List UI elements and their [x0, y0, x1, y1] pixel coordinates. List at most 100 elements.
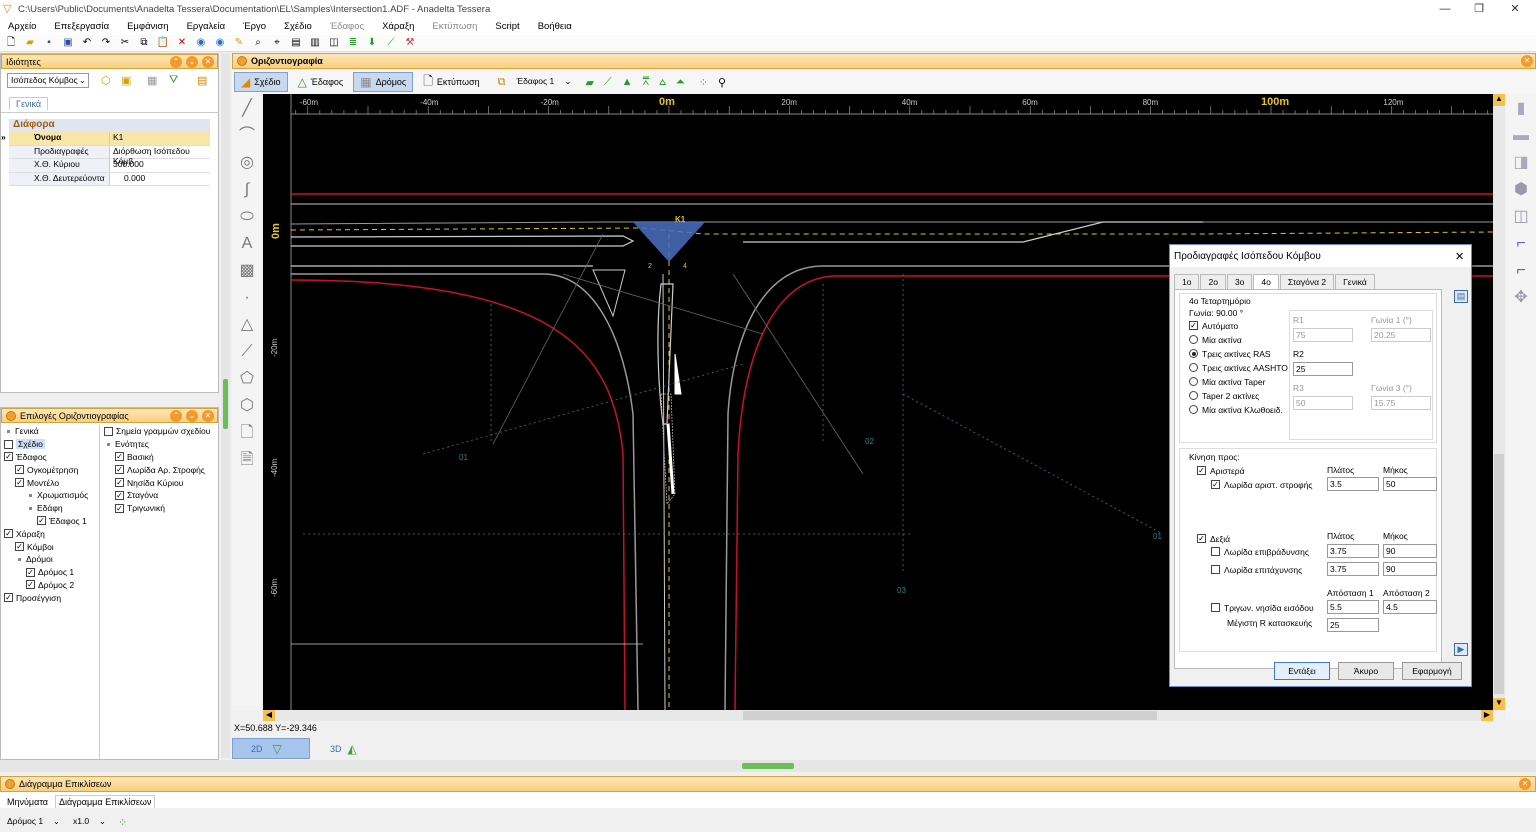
- terrain-tool3-icon[interactable]: ▲: [622, 76, 633, 88]
- panel-pin-icon[interactable]: ⌄: [186, 410, 198, 422]
- horizontal-scrollbar[interactable]: ◀ ▶: [263, 710, 1493, 721]
- export-icon[interactable]: ⬇: [365, 37, 379, 49]
- object-type-select[interactable]: Ισόπεδος Κόμβος ⌄: [7, 73, 89, 88]
- ok-button[interactable]: Εντάξει: [1274, 662, 1330, 680]
- binoculars-icon[interactable]: ⚲: [718, 76, 726, 89]
- page-tool-icon[interactable]: 🗋: [235, 421, 259, 445]
- radio-taper-2[interactable]: [1189, 391, 1198, 400]
- ground-select[interactable]: Έδαφος 1 ⌄: [513, 75, 573, 90]
- accel-length[interactable]: 90: [1383, 562, 1437, 576]
- node-triangle[interactable]: [633, 222, 705, 262]
- left-lane-checkbox[interactable]: ✓: [1211, 480, 1220, 489]
- triangle-tool-icon[interactable]: △: [235, 313, 259, 337]
- polyline-tool-icon[interactable]: ⟋: [235, 340, 259, 364]
- ground-tool-icon[interactable]: ⧉: [498, 76, 506, 89]
- panel-collapse-icon[interactable]: ⌃: [170, 56, 182, 68]
- decel-checkbox[interactable]: [1211, 547, 1220, 556]
- accel-checkbox[interactable]: [1211, 565, 1220, 574]
- find-icon[interactable]: ⌖: [270, 37, 284, 49]
- polygon-tool-icon[interactable]: ⬠: [235, 367, 259, 391]
- table-row[interactable]: Χ.Θ. Δευτερεύοντα 0.000: [9, 172, 210, 186]
- angle1-input[interactable]: 20.25: [1371, 328, 1431, 342]
- radio-clothoid[interactable]: [1189, 405, 1198, 414]
- max-radius-input[interactable]: 25: [1327, 618, 1379, 632]
- cancel-button[interactable]: Άκυρο: [1338, 662, 1394, 680]
- ellipse-tool-icon[interactable]: ⬭: [235, 205, 259, 229]
- tab-general[interactable]: Γενικά: [1335, 274, 1375, 290]
- scroll-left-icon[interactable]: ◀: [263, 710, 275, 721]
- arc-tool-icon[interactable]: ⌒: [235, 124, 259, 148]
- tree-item[interactable]: ✓ Δρόμος 1: [4, 566, 98, 579]
- document-tool-icon[interactable]: 🗎: [235, 448, 259, 472]
- dialog-close-icon[interactable]: ✕: [1455, 250, 1464, 263]
- tree-checkbox[interactable]: ✓: [15, 478, 24, 488]
- dialog-next-icon[interactable]: ▶: [1454, 643, 1468, 656]
- menu-print[interactable]: Εκτύπωση: [432, 21, 477, 32]
- tab-superelevation[interactable]: Διάγραμμα Επικλίσεων: [54, 795, 156, 808]
- apply-button[interactable]: Εφαρμογή: [1402, 662, 1462, 680]
- tree-checkbox[interactable]: ✓: [115, 503, 124, 513]
- points-icon[interactable]: ⁘: [699, 76, 708, 89]
- menu-tools[interactable]: Εργαλεία: [187, 21, 226, 32]
- tree-item[interactable]: ✓ Δρόμος 2: [4, 579, 98, 592]
- forward-icon[interactable]: ◉: [213, 37, 227, 49]
- view-tool1-icon[interactable]: ▮: [1509, 97, 1533, 121]
- save-as-icon[interactable]: ▣: [61, 37, 75, 49]
- tab-2d[interactable]: 2D ▽: [232, 738, 310, 759]
- props-tool2-icon[interactable]: ▣: [121, 74, 131, 87]
- tree-item[interactable]: ✓ Νησίδα Κύριου: [104, 476, 218, 489]
- left-lane-length[interactable]: 50: [1383, 477, 1437, 491]
- terrain-tool1-icon[interactable]: ▰: [585, 76, 593, 89]
- tab-print[interactable]: 🗋 Εκτύπωση: [416, 72, 486, 92]
- tree-item[interactable]: ✓ Έδαφος 1: [4, 515, 98, 528]
- tree-checkbox[interactable]: ✓: [15, 542, 24, 552]
- tree-item[interactable]: Σχέδιο: [4, 438, 98, 451]
- tab-general[interactable]: Γενικά: [9, 97, 49, 110]
- tab-messages[interactable]: Μηνύματα: [4, 796, 51, 808]
- menu-script[interactable]: Script: [495, 21, 519, 32]
- save-icon[interactable]: ▪: [42, 37, 56, 49]
- tree-item[interactable]: ✓ Χάραξη: [4, 527, 98, 540]
- menu-ground[interactable]: Έδαφος: [330, 21, 364, 32]
- tree-item[interactable]: ✓ Προσέγγιση: [4, 591, 98, 604]
- terrain-tool6-icon[interactable]: ⏶: [676, 76, 685, 89]
- undo-icon[interactable]: ↶: [80, 37, 94, 49]
- print-preview-icon[interactable]: ▥: [308, 37, 322, 49]
- tab-drawing[interactable]: ◢ Σχέδιο: [234, 72, 288, 92]
- terrain-tool4-icon[interactable]: ⩞: [643, 76, 650, 89]
- open-folder-icon[interactable]: ▰: [23, 37, 37, 49]
- menu-file[interactable]: Αρχείο: [8, 21, 36, 32]
- tree-item[interactable]: Γενικά: [4, 425, 98, 438]
- tri-island-checkbox[interactable]: [1211, 603, 1220, 612]
- plan-close-icon[interactable]: ✕: [1521, 55, 1533, 67]
- menu-edit[interactable]: Επεξεργασία: [54, 21, 109, 32]
- panel-close-icon[interactable]: ✕: [202, 410, 214, 422]
- view-tool2-icon[interactable]: ▬: [1509, 124, 1533, 148]
- layout-icon[interactable]: ◫: [327, 37, 341, 49]
- props-notes-icon[interactable]: ▤: [197, 74, 207, 87]
- r2-input[interactable]: 25: [1293, 362, 1353, 376]
- hexagon-tool-icon[interactable]: ⬡: [235, 394, 259, 418]
- tab-3d[interactable]: 3D ◭: [328, 738, 388, 759]
- scroll-down-icon[interactable]: ▼: [1493, 698, 1505, 710]
- line-tool-icon[interactable]: ╱: [235, 97, 259, 121]
- tab-2nd[interactable]: 2ο: [1200, 274, 1226, 290]
- tree-item[interactable]: ✓ Έδαφος: [4, 451, 98, 464]
- back-icon[interactable]: ◉: [194, 37, 208, 49]
- menu-drawing[interactable]: Σχέδιο: [284, 21, 312, 32]
- panel-pin-icon[interactable]: ⌄: [186, 56, 198, 68]
- new-file-icon[interactable]: 🗋: [4, 37, 18, 49]
- tree-checkbox[interactable]: ✓: [15, 465, 24, 475]
- layers-icon[interactable]: ≣: [346, 37, 360, 49]
- tab-drop2[interactable]: Σταγόνα 2: [1279, 274, 1335, 290]
- circle-tool-icon[interactable]: ◎: [235, 151, 259, 175]
- scroll-up-icon[interactable]: ▲: [1493, 94, 1505, 106]
- tree-item[interactable]: Εδάφη: [4, 502, 98, 515]
- tree-item[interactable]: Χρωματισμός: [4, 489, 98, 502]
- tab-1st[interactable]: 1ο: [1174, 274, 1200, 290]
- tri-distance1[interactable]: 5.5: [1327, 600, 1379, 614]
- tab-ground[interactable]: △ Έδαφος: [291, 72, 351, 92]
- maximize-button[interactable]: ❐: [1472, 2, 1486, 16]
- decel-length[interactable]: 90: [1383, 544, 1437, 558]
- tree-item[interactable]: ✓ Ογκομέτρηση: [4, 463, 98, 476]
